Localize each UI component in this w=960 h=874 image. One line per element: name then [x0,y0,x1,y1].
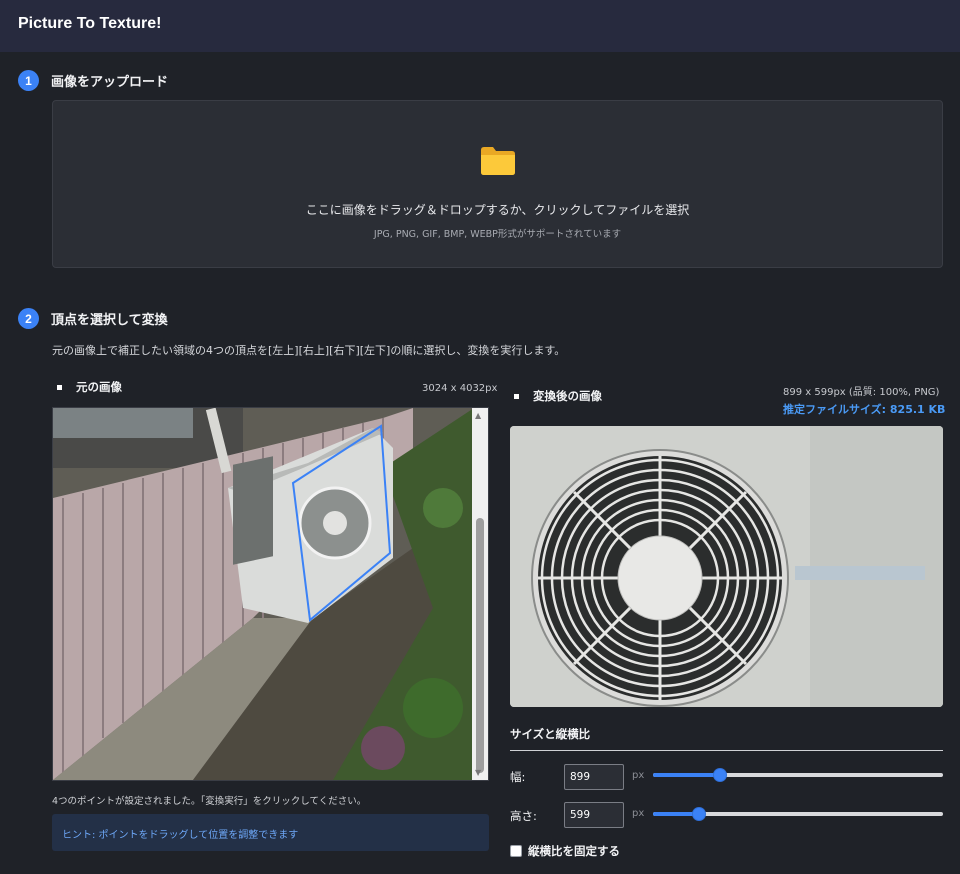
bullet-icon [57,384,62,390]
bullet-icon [514,393,519,399]
folder-icon [481,147,515,175]
result-image-label: 変換後の画像 [533,389,602,403]
width-slider-fill [653,773,720,777]
hint-box: ヒント: ポイントをドラッグして位置を調整できます [52,814,489,851]
lock-ratio-checkbox[interactable] [510,845,522,857]
step-1-label: 画像をアップロード [51,75,169,90]
lock-ratio-option[interactable]: 縦横比を固定する [510,843,620,859]
width-slider[interactable] [653,768,943,782]
source-image-canvas[interactable]: ▲ ▼ [52,407,489,781]
transform-description: 元の画像上で補正したい領域の4つの頂点を[左上][右上][右下][左下]の順に選… [52,344,566,357]
height-input[interactable] [564,802,624,828]
height-slider-handle[interactable] [692,807,707,821]
height-unit: px [632,808,645,819]
step-1-heading: 1 画像をアップロード [18,70,168,91]
result-photo [510,426,943,707]
source-scrollbar[interactable]: ▲ ▼ [472,408,488,780]
step-2-number: 2 [18,308,39,329]
size-section-title: サイズと縦横比 [510,727,591,741]
upload-dropzone[interactable]: ここに画像をドラッグ＆ドロップするか、クリックしてファイルを選択 JPG, PN… [52,100,943,268]
source-image-heading: 元の画像 [57,379,122,395]
scroll-thumb[interactable] [476,518,484,773]
source-image-label: 元の画像 [76,380,122,394]
scroll-down-icon[interactable]: ▼ [475,768,481,777]
hint-text: ヒント: ポイントをドラッグして位置を調整できます [62,830,299,841]
upload-main-text: ここに画像をドラッグ＆ドロップするか、クリックしてファイルを選択 [305,203,690,217]
width-input[interactable] [564,764,624,790]
step-2-heading: 2 頂点を選択して変換 [18,308,168,329]
width-unit: px [632,770,645,781]
section-divider [510,750,943,751]
step-2-label: 頂点を選択して変換 [51,313,168,328]
result-image-heading: 変換後の画像 [514,388,602,404]
source-photo [53,408,474,780]
points-status-text: 4つのポイントが設定されました。「変換実行」をクリックしてください。 [52,796,367,807]
step-1-number: 1 [18,70,39,91]
app-header: Picture To Texture! [0,0,960,52]
result-image-preview [510,426,943,707]
scroll-up-icon[interactable]: ▲ [475,411,481,420]
result-meta: 899 x 599px (品質: 100%, PNG) [783,387,940,398]
width-label: 幅: [510,770,526,784]
upload-formats-text: JPG, PNG, GIF, BMP, WEBP形式がサポートされています [373,229,622,240]
app-title: Picture To Texture! [18,15,162,32]
width-slider-handle[interactable] [712,768,727,782]
height-label: 高さ: [510,809,537,823]
height-slider[interactable] [653,807,943,821]
lock-ratio-label: 縦横比を固定する [528,844,620,858]
source-dimensions: 3024 x 4032px [422,383,498,394]
estimated-filesize: 推定ファイルサイズ: 825.1 KB [783,403,946,416]
